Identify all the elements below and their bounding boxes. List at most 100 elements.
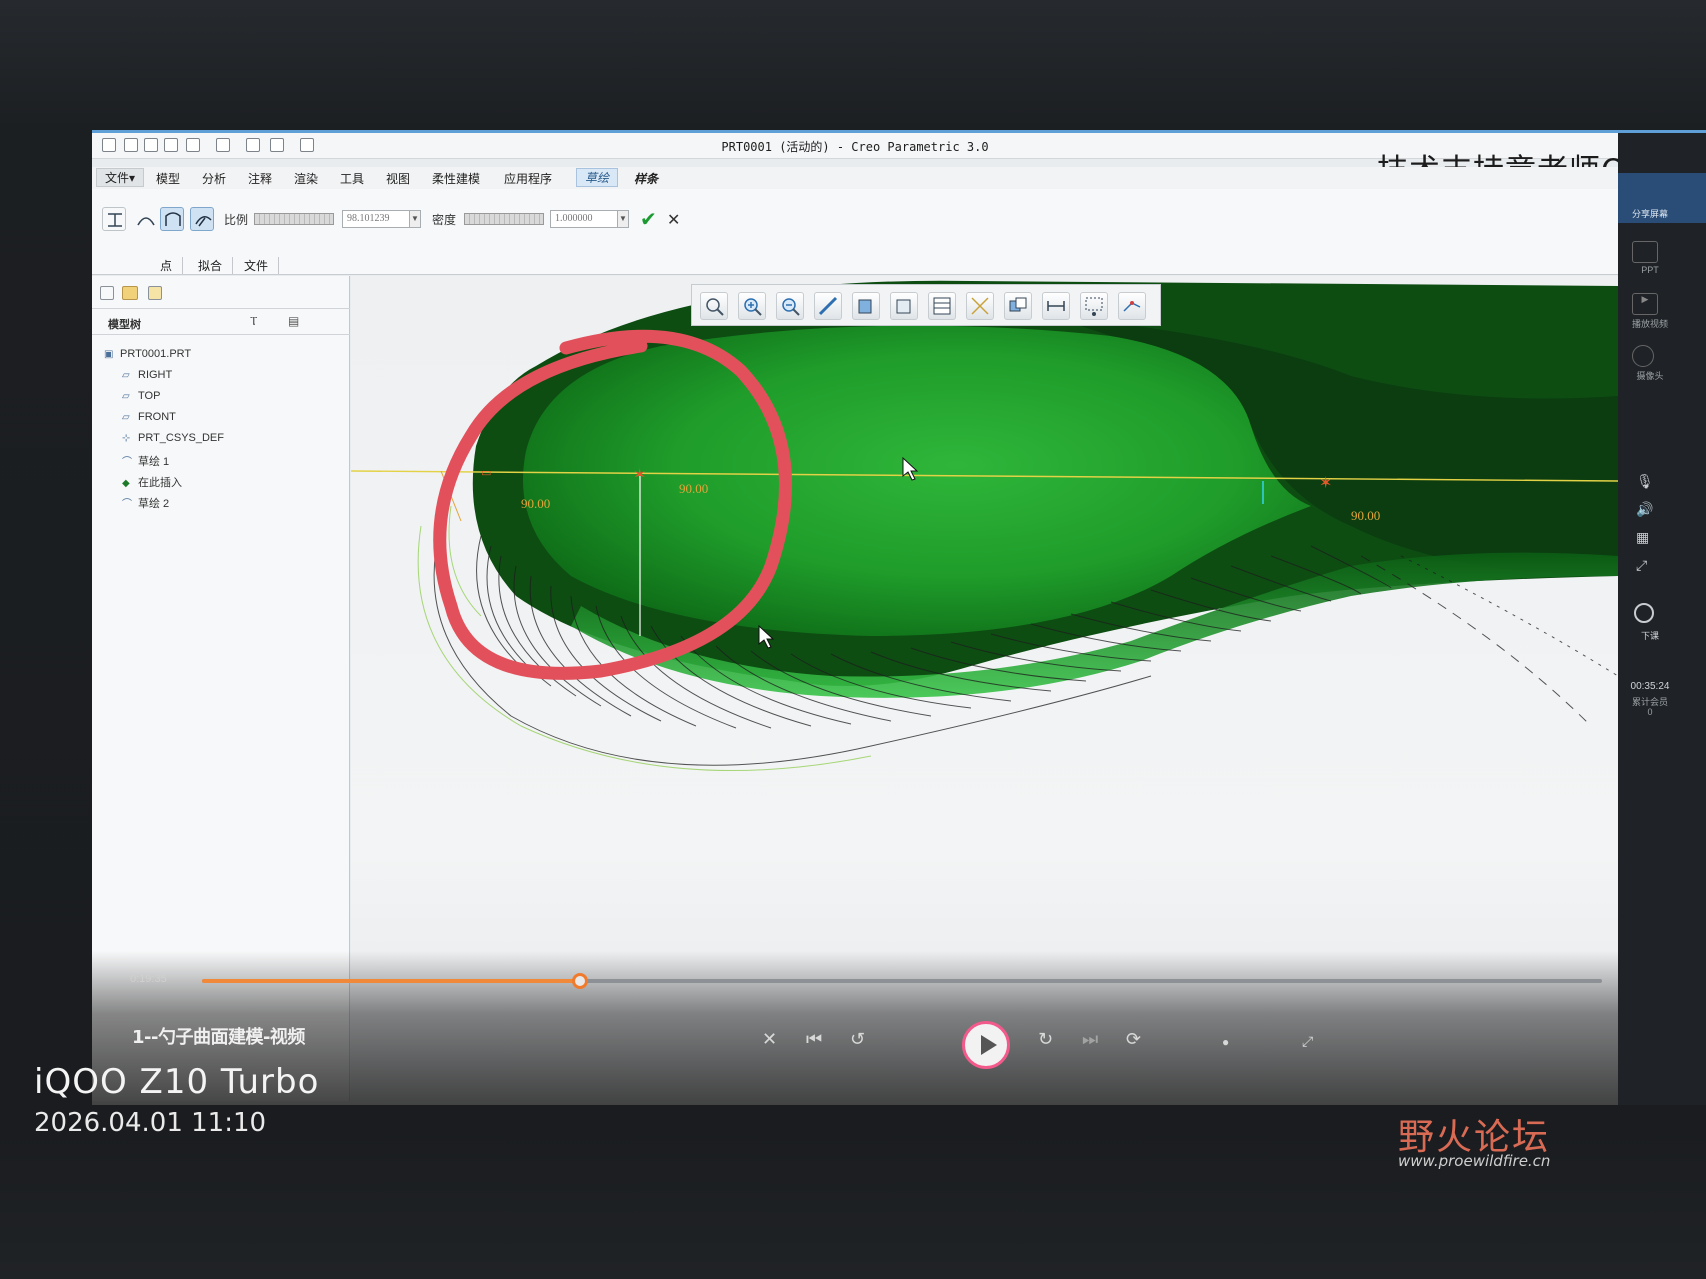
subtab-points[interactable]: 点	[150, 257, 184, 274]
equalizer-icon[interactable]: ▦	[1636, 529, 1649, 546]
csys-icon: ⊹	[122, 433, 131, 444]
favorites-icon[interactable]	[148, 286, 162, 300]
repaint-icon[interactable]	[814, 292, 842, 320]
dimension-label[interactable]: 90.00	[1351, 508, 1380, 524]
volume-icon[interactable]: ●	[1222, 1035, 1229, 1049]
refit-icon[interactable]	[700, 292, 728, 320]
progress-thumb[interactable]	[572, 973, 588, 989]
loop-icon[interactable]: ⟳	[1126, 1029, 1141, 1050]
tree-item-sketch1[interactable]: ⌒ 草绘 1	[122, 453, 169, 469]
density-dropdown[interactable]: ▼	[617, 210, 629, 228]
ok-button[interactable]: ✔	[640, 207, 657, 232]
scale-input[interactable]: 98.101239	[342, 210, 410, 228]
photo-datetime: 2026.04.01 11:10	[34, 1108, 267, 1138]
previous-icon[interactable]: ⏮	[806, 1029, 822, 1050]
fullscreen-player-icon[interactable]: ⤢	[1302, 1033, 1313, 1050]
display-style-icon[interactable]	[852, 292, 880, 320]
tree-item-csys[interactable]: ⊹ PRT_CSYS_DEF	[122, 432, 224, 444]
spline-type-icon[interactable]	[102, 207, 126, 231]
tab-analysis[interactable]: 分析	[202, 170, 226, 187]
tree-item-top[interactable]: ▱ TOP	[122, 390, 160, 402]
subtab-file[interactable]: 文件	[234, 257, 280, 274]
tree-item-insert-here[interactable]: ◆ 在此插入	[122, 474, 182, 490]
camera-icon[interactable]	[1632, 345, 1654, 367]
graphics-view-toolbar	[691, 284, 1161, 326]
rewind-icon[interactable]: ↺	[850, 1029, 865, 1050]
view-manager-icon[interactable]	[928, 292, 956, 320]
ppt-label: PPT	[1641, 265, 1659, 275]
tree-item-right[interactable]: ▱ RIGHT	[122, 369, 172, 381]
constraint-display-icon[interactable]	[1080, 292, 1108, 320]
dimension-label[interactable]: 90.00	[679, 481, 708, 497]
tab-tools[interactable]: 工具	[340, 170, 364, 187]
current-time: 0:19:35	[130, 973, 167, 985]
datum-plane-icon: ▱	[122, 391, 130, 402]
ppt-icon[interactable]	[1632, 241, 1658, 263]
zoom-in-icon[interactable]	[738, 292, 766, 320]
next-icon[interactable]: ⏭	[1082, 1029, 1098, 1050]
tab-annotate[interactable]: 注释	[248, 170, 272, 187]
fullscreen-icon[interactable]: ⤢	[1636, 557, 1647, 574]
end-class-icon[interactable]	[1634, 603, 1654, 623]
cancel-button[interactable]: ✕	[667, 210, 680, 230]
end-class-label: 下课	[1640, 631, 1659, 641]
tree-settings-icon[interactable]: Ⲧ	[250, 314, 266, 330]
density-label: 密度	[432, 213, 457, 227]
tab-flexible-modeling[interactable]: 柔性建模	[432, 170, 480, 187]
part-icon: ▣	[104, 349, 114, 360]
tree-filters-icon[interactable]: ▤	[288, 314, 304, 330]
tree-view-icon[interactable]	[100, 286, 114, 300]
datum-plane-icon: ▱	[122, 370, 130, 381]
tab-model[interactable]: 模型	[156, 170, 180, 187]
density-input[interactable]: 1.000000	[550, 210, 618, 228]
curve-icon[interactable]	[134, 207, 158, 231]
microphone-icon[interactable]: 🎙	[1636, 473, 1654, 490]
datum-display-icon[interactable]	[966, 292, 994, 320]
tab-applications[interactable]: 应用程序	[504, 170, 552, 187]
tab-sketch[interactable]: 草绘	[576, 168, 619, 187]
scale-dropdown[interactable]: ▼	[409, 210, 421, 228]
scale-slider[interactable]	[254, 213, 334, 225]
video-player-controls: 0:19:35 1--勺子曲面建模-视频 ✕ ⏮ ↺ ↻ ⏭ ⟳ ● ⤢	[92, 951, 1618, 1105]
tree-item-front[interactable]: ▱ FRONT	[122, 411, 176, 423]
meeting-sidebar: 分享屏幕 PPT ▶ 播放视频 摄像头 🎙 🔊 ▦ ⤢ 下课 00:35:24 …	[1618, 133, 1706, 1105]
folder-browser-icon[interactable]	[122, 286, 138, 300]
stat-value: 0	[1647, 707, 1653, 717]
annotation-display-icon[interactable]	[1004, 292, 1032, 320]
spline-vertex-marker: ✶	[1319, 475, 1332, 492]
spline-toolbar: 比例 98.101239 ▼ 密度 1.000000 ▼ ✔ ✕ 点 拟合 文件	[92, 189, 1618, 275]
camera-label: 摄像头	[1636, 371, 1664, 381]
forum-url: www.proewildfire.cn	[1398, 1152, 1551, 1170]
datum-plane-icon: ▱	[122, 412, 130, 423]
zoom-out-icon[interactable]	[776, 292, 804, 320]
surface-spline-icon[interactable]	[160, 207, 184, 231]
tab-render[interactable]: 渲染	[294, 170, 318, 187]
dimension-label[interactable]: 90.00	[521, 496, 550, 512]
play-button[interactable]	[962, 1021, 1010, 1069]
tab-spline[interactable]: 样条	[634, 170, 658, 187]
subtab-fit[interactable]: 拟合	[188, 257, 234, 274]
saved-views-icon[interactable]	[890, 292, 918, 320]
curvature-analysis-icon[interactable]	[190, 207, 214, 231]
density-slider[interactable]	[464, 213, 544, 225]
tab-file[interactable]: 文件▾	[96, 168, 145, 187]
progress-bar[interactable]	[202, 973, 1602, 989]
tree-item-part[interactable]: ▣ PRT0001.PRT	[104, 348, 191, 360]
tree-item-sketch2[interactable]: ⌒ 草绘 2	[122, 495, 169, 511]
sketch-icon: ⌒	[122, 499, 132, 510]
section-icon[interactable]	[1042, 292, 1070, 320]
screen: PRT0001 (活动的) - Creo Parametric 3.0 技术支持…	[92, 130, 1706, 1105]
speaker-icon[interactable]: 🔊	[1636, 501, 1653, 518]
play-video-icon[interactable]: ▶	[1632, 293, 1658, 315]
play-video-label: 播放视频	[1631, 319, 1668, 329]
insert-here-icon: ◆	[122, 478, 130, 489]
scale-label: 比例	[224, 213, 249, 227]
model-tree-title: 模型树	[108, 319, 141, 331]
tab-view[interactable]: 视图	[386, 170, 410, 187]
progress-fill	[202, 979, 580, 983]
spline-endpoint-marker: ▭	[481, 467, 491, 479]
ribbon-tabs: 文件▾ 模型 分析 注释 渲染 工具 视图 柔性建模 应用程序 草绘 样条	[92, 167, 1618, 189]
spline-curvature-icon[interactable]	[1118, 292, 1146, 320]
shuffle-icon[interactable]: ✕	[762, 1029, 777, 1050]
forward-icon[interactable]: ↻	[1038, 1029, 1053, 1050]
